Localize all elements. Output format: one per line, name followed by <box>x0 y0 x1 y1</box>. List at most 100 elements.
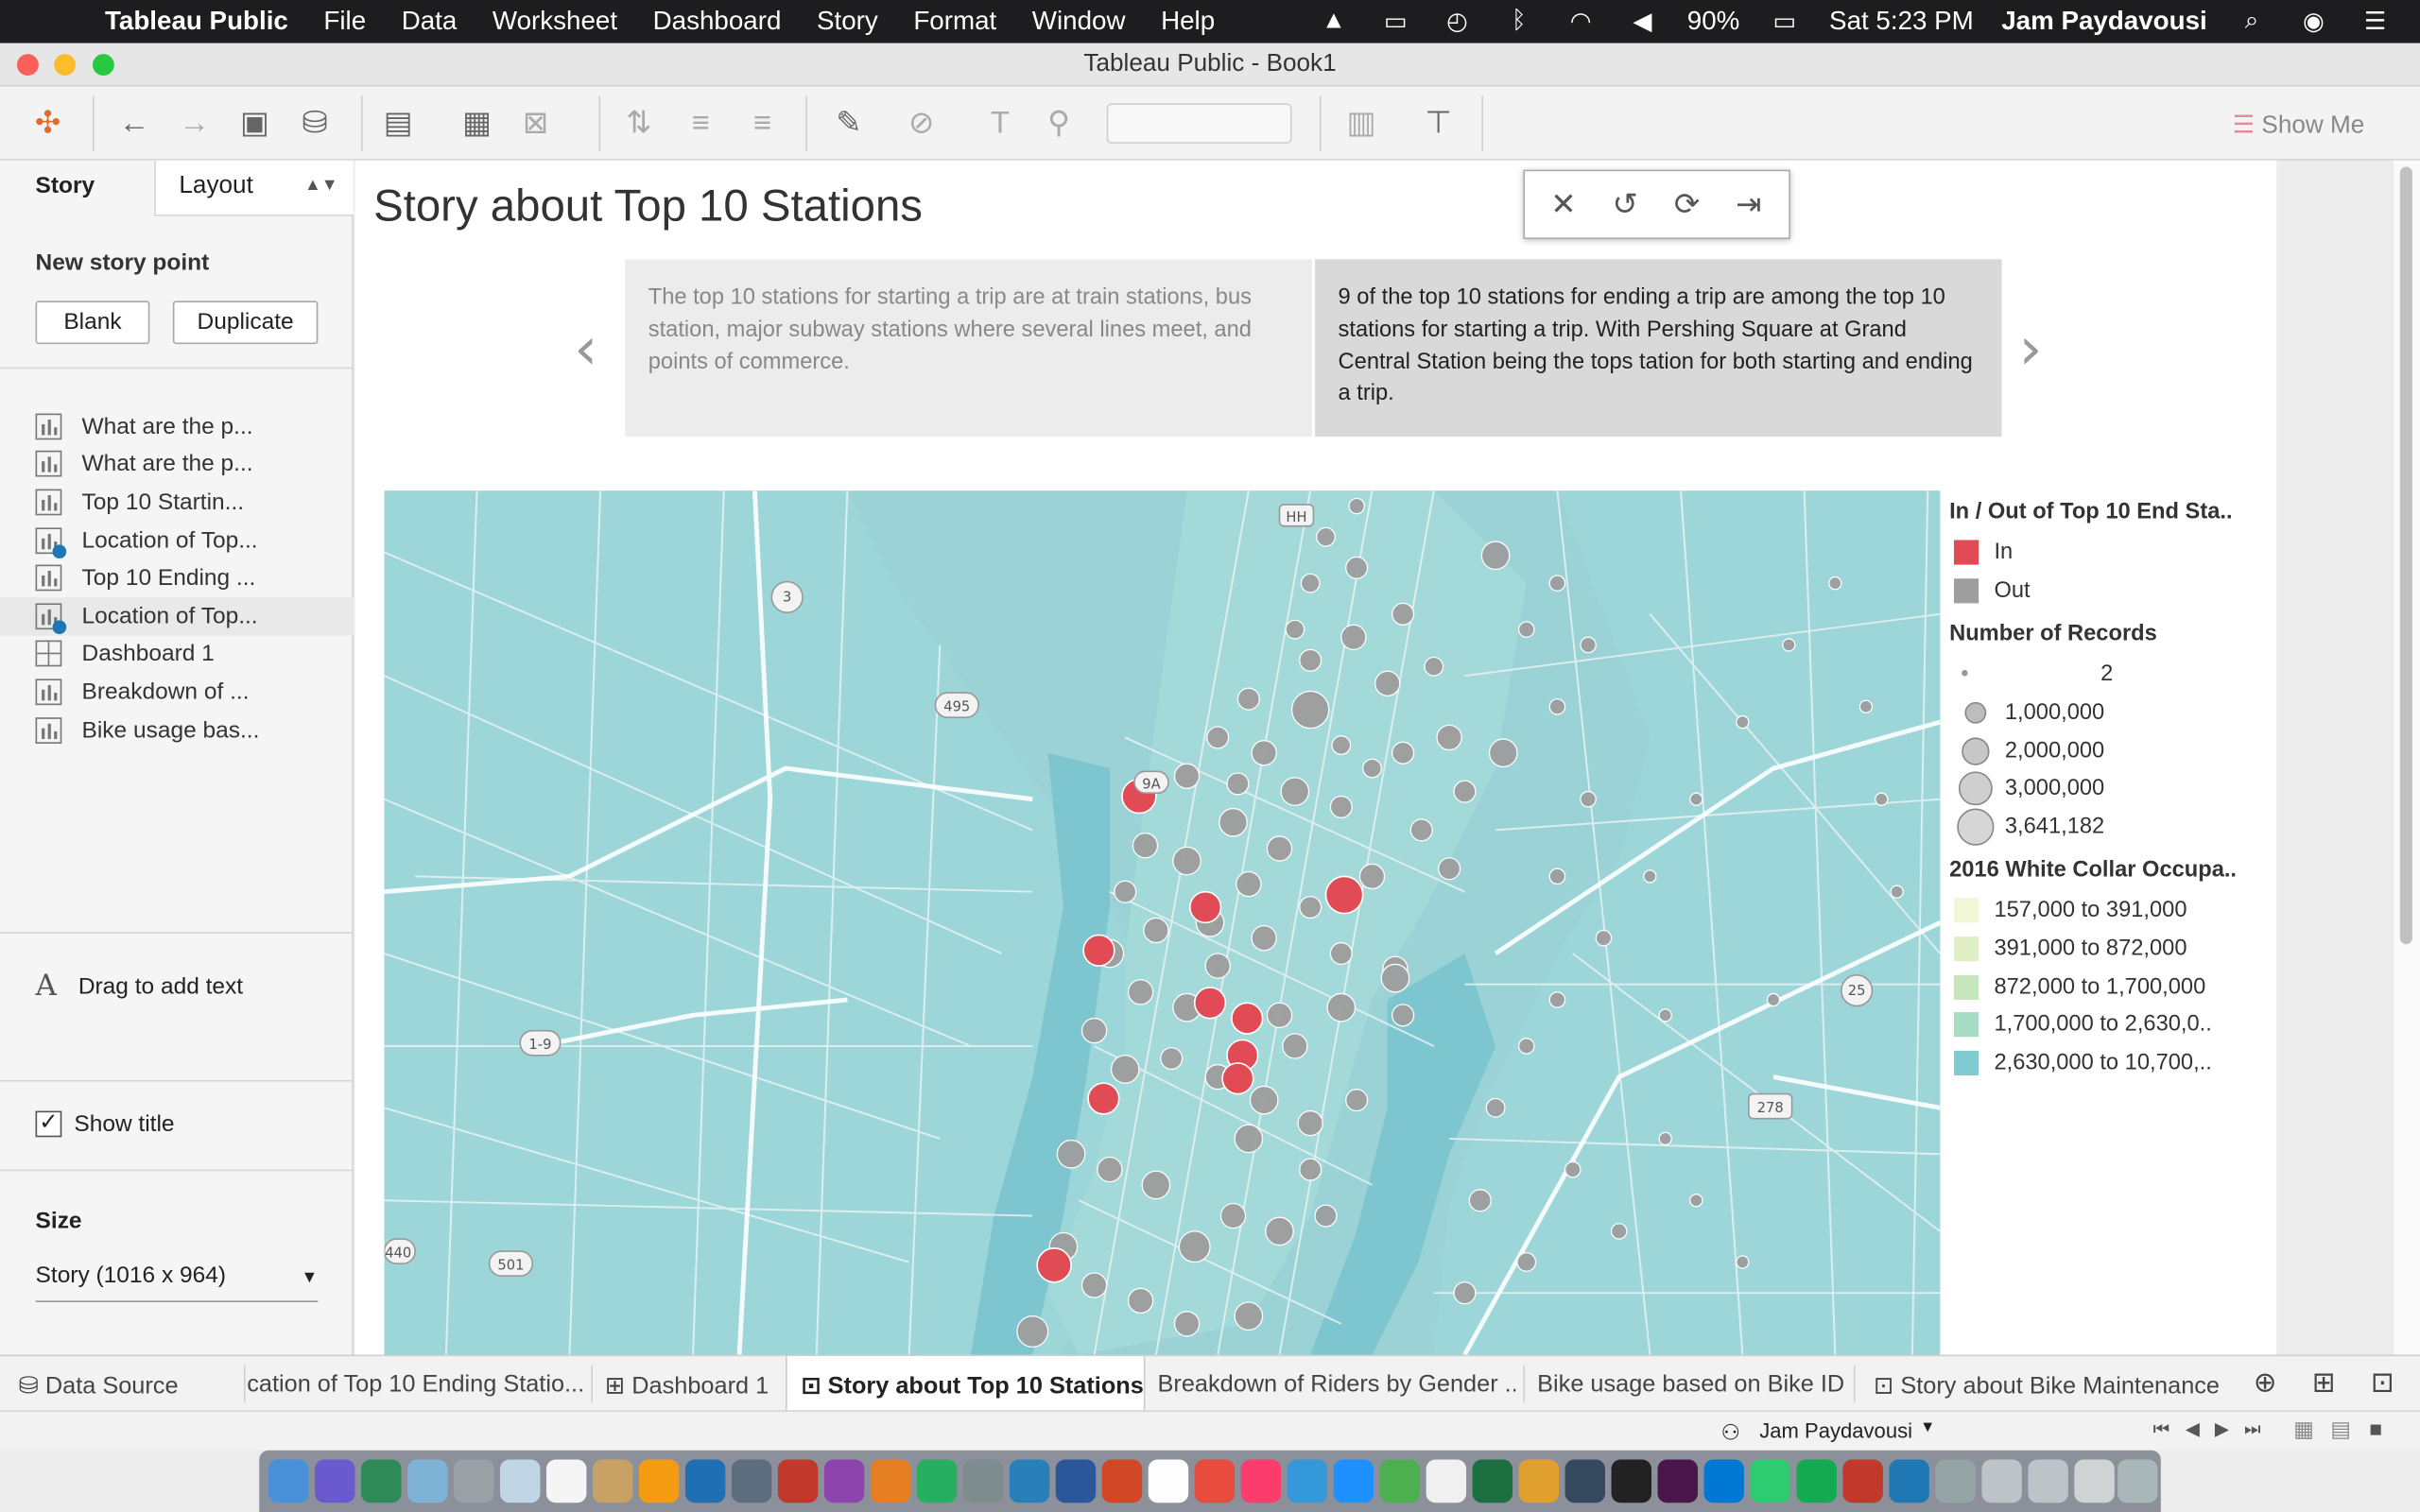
clear-sheet-icon[interactable]: ⊠ <box>515 105 555 142</box>
app-icon[interactable] <box>1935 1459 1976 1503</box>
menu-file[interactable]: File <box>323 7 366 38</box>
duplicate-sheet-icon[interactable]: ▦ <box>457 105 496 142</box>
swap-rows-columns-icon[interactable]: ⇅ <box>619 105 659 142</box>
slack-icon[interactable] <box>1657 1459 1698 1503</box>
last-sheet-icon[interactable]: ⏭ <box>2244 1418 2261 1440</box>
status-user[interactable]: Jam Paydavousi <box>1759 1419 1912 1442</box>
acrobat-icon[interactable] <box>1842 1459 1883 1503</box>
sheet-item[interactable]: What are the p... <box>35 407 345 445</box>
calendar-icon[interactable] <box>545 1459 587 1503</box>
new-data-source-icon[interactable]: ⛁ <box>295 105 335 142</box>
vertical-scrollbar[interactable] <box>2394 160 2420 1355</box>
forward-icon[interactable]: → <box>174 105 214 142</box>
filmstrip-icon[interactable]: ▤ <box>2330 1417 2351 1443</box>
app-icon[interactable] <box>1518 1459 1560 1503</box>
new-story-tab-icon[interactable]: ⊡ <box>2371 1356 2408 1412</box>
legend-out-item[interactable]: Out <box>1949 572 2258 610</box>
tab-location-sheet[interactable]: cation of Top 10 Ending Statio... <box>247 1356 586 1412</box>
app-icon[interactable] <box>361 1459 402 1503</box>
terminal-icon[interactable] <box>1611 1459 1651 1503</box>
powerpoint-icon[interactable] <box>1101 1459 1143 1503</box>
chrome-icon[interactable] <box>1379 1459 1421 1503</box>
station-map[interactable]: 3 495 1-9 501 440 25 278 HH 9A <box>384 490 1941 1355</box>
app-icon[interactable] <box>592 1459 633 1503</box>
scrollbar-thumb[interactable] <box>2399 166 2412 945</box>
duplicate-button[interactable]: Duplicate <box>172 301 319 345</box>
bluetooth-icon[interactable]: ᛒ <box>1502 8 1536 35</box>
system-preferences-icon[interactable] <box>962 1459 1004 1503</box>
sheet-item[interactable]: Top 10 Ending ... <box>35 559 345 597</box>
app-icon[interactable] <box>2074 1459 2115 1503</box>
show-title-checkbox[interactable]: ✓ <box>35 1110 62 1138</box>
notes-icon[interactable] <box>1148 1459 1189 1503</box>
next-sheet-icon[interactable]: ▶ <box>2215 1418 2229 1439</box>
show-title-toggle[interactable]: ✓ Show title <box>35 1110 175 1138</box>
sheet-sorter-icon[interactable]: ▦ <box>2293 1417 2314 1443</box>
spotlight-search-icon[interactable]: ⌕ <box>2235 8 2269 35</box>
outlook-icon[interactable] <box>684 1459 726 1503</box>
tableau-logo-icon[interactable]: ✣ <box>27 105 67 142</box>
menu-worksheet[interactable]: Worksheet <box>493 7 617 38</box>
tab-breakdown-riders[interactable]: Breakdown of Riders by Gender ... <box>1158 1356 1516 1412</box>
app-icon[interactable] <box>499 1459 541 1503</box>
launchpad-icon[interactable] <box>454 1459 494 1503</box>
legend-color-item[interactable]: 391,000 to 872,000 <box>1949 930 2258 968</box>
new-worksheet-tab-icon[interactable]: ⊕ <box>2254 1356 2290 1412</box>
fix-axes-icon[interactable]: ⚲ <box>1039 105 1079 142</box>
vscode-icon[interactable] <box>1703 1459 1744 1503</box>
tab-story-top10[interactable]: ⊡ Story about Top 10 Stations <box>786 1356 1146 1412</box>
volume-icon[interactable]: ◀ <box>1625 7 1659 38</box>
story-size-dropdown[interactable]: Story (1016 x 964) ▼ <box>35 1263 319 1302</box>
app-icon[interactable] <box>731 1459 772 1503</box>
legend-color-item[interactable]: 872,000 to 1,700,000 <box>1949 968 2258 1005</box>
user-dropdown-icon[interactable]: ▼ <box>1920 1419 1935 1436</box>
fit-dropdown[interactable] <box>1106 103 1292 144</box>
sort-ascending-icon[interactable]: ≡ <box>681 105 720 142</box>
app-icon[interactable] <box>1194 1459 1236 1503</box>
tab-story-bike-maintenance[interactable]: ⊡ Story about Bike Maintenance <box>1874 1356 2232 1412</box>
menubar-user[interactable]: Jam Paydavousi <box>2001 7 2207 38</box>
save-as-new-icon[interactable]: ⇥ <box>1730 187 1767 224</box>
siri-dock-icon[interactable] <box>315 1459 355 1503</box>
sheet-item[interactable]: Location of Top... <box>35 521 345 558</box>
tab-dashboard-1[interactable]: ⊞ Dashboard 1 <box>605 1356 778 1412</box>
app-icon[interactable] <box>407 1459 448 1503</box>
app-icon[interactable] <box>777 1459 819 1503</box>
group-members-icon[interactable]: ⊘ <box>901 105 941 142</box>
tab-story[interactable]: Story <box>0 161 154 216</box>
sheet-item[interactable]: Bike usage bas... <box>35 711 345 748</box>
menu-format[interactable]: Format <box>913 7 996 38</box>
google-drive-icon[interactable]: ▲ <box>1317 8 1351 35</box>
photos-icon[interactable] <box>870 1459 911 1503</box>
app-icon[interactable] <box>1426 1459 1467 1503</box>
sheet-item[interactable]: Top 10 Startin... <box>35 483 345 521</box>
presentation-mode-icon[interactable]: ⊤ <box>1418 105 1458 142</box>
safari-icon[interactable] <box>1333 1459 1374 1503</box>
app-icon[interactable] <box>1564 1459 1606 1503</box>
legend-color-item[interactable]: 2,630,000 to 10,700,.. <box>1949 1044 2258 1082</box>
tab-data-source[interactable]: ⛁ Data Source <box>19 1356 251 1412</box>
battery-icon[interactable]: ▭ <box>1768 7 1802 38</box>
wifi-icon[interactable]: ◠ <box>1564 7 1598 38</box>
highlight-icon[interactable]: ✎ <box>829 105 869 142</box>
menu-window[interactable]: Window <box>1032 7 1126 38</box>
sort-descending-icon[interactable]: ≡ <box>742 105 782 142</box>
drag-text-object[interactable]: A Drag to add text <box>36 969 244 1003</box>
revert-icon[interactable]: ↺ <box>1607 187 1644 224</box>
story-point-caption-selected[interactable]: 9 of the top 10 stations for ending a tr… <box>1315 259 2002 438</box>
sheet-item[interactable]: What are the p... <box>35 445 345 483</box>
app-icon[interactable] <box>638 1459 680 1503</box>
app-icon[interactable] <box>1287 1459 1328 1503</box>
sheet-item-selected[interactable]: Location of Top... <box>0 596 354 635</box>
legend-color-item[interactable]: 157,000 to 391,000 <box>1949 892 2258 930</box>
app-icon[interactable] <box>1750 1459 1790 1503</box>
app-icon[interactable] <box>2028 1459 2068 1503</box>
first-sheet-icon[interactable]: ⏮ <box>2153 1418 2170 1440</box>
tableau-dock-icon[interactable] <box>1889 1459 1929 1503</box>
menu-story[interactable]: Story <box>817 7 878 38</box>
menu-help[interactable]: Help <box>1161 7 1215 38</box>
app-icon[interactable] <box>823 1459 865 1503</box>
messages-icon[interactable] <box>916 1459 958 1503</box>
prev-sheet-icon[interactable]: ◀ <box>2186 1418 2200 1439</box>
legend-color-item[interactable]: 1,700,000 to 2,630,0.. <box>1949 1005 2258 1043</box>
